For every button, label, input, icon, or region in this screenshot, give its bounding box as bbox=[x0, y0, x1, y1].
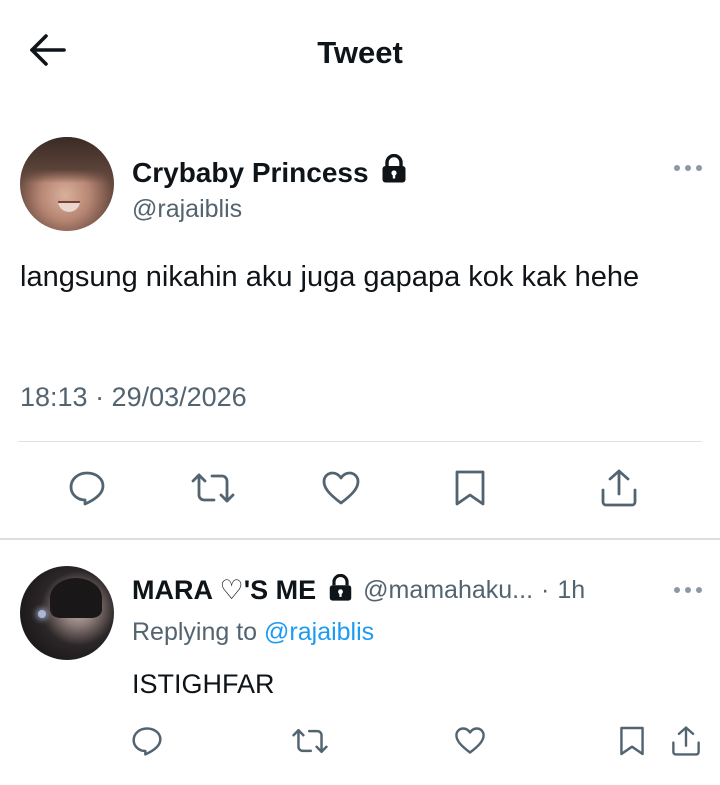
reply-author-name[interactable]: MARA ♡'S ME bbox=[132, 575, 316, 606]
lock-icon bbox=[328, 573, 353, 607]
bookmark-icon bbox=[454, 469, 486, 512]
top-bar: Tweet bbox=[0, 0, 720, 108]
reply-text: ISTIGHFAR bbox=[132, 669, 275, 699]
reply-button[interactable] bbox=[127, 723, 167, 763]
author-name-row[interactable]: Crybaby Princess bbox=[132, 153, 407, 191]
replying-to-handle-link[interactable]: @rajaiblis bbox=[264, 618, 374, 646]
reply-button[interactable] bbox=[62, 465, 112, 515]
tweet-timestamp[interactable]: 18:13 · 29/03/2026 bbox=[20, 382, 247, 413]
bookmark-button[interactable] bbox=[612, 723, 652, 763]
reply-header: MARA ♡'S ME @mamahaku... · 1h bbox=[132, 573, 585, 607]
like-icon bbox=[454, 726, 486, 760]
retweet-icon bbox=[291, 727, 329, 760]
reply-time[interactable]: 1h bbox=[557, 576, 585, 605]
share-button[interactable] bbox=[594, 465, 644, 515]
page-title: Tweet bbox=[317, 35, 403, 70]
replying-to-label: Replying to bbox=[132, 618, 258, 646]
reply-icon bbox=[68, 470, 106, 511]
like-button[interactable] bbox=[450, 723, 490, 763]
reply-tweet: MARA ♡'S ME @mamahaku... · 1h Replying t… bbox=[0, 540, 720, 785]
like-button[interactable] bbox=[316, 465, 366, 515]
main-tweet: Crybaby Princess @rajaiblis langsung nik… bbox=[0, 108, 720, 538]
like-icon bbox=[321, 470, 361, 511]
replying-to: Replying to @rajaiblis bbox=[132, 618, 374, 647]
more-horizontal-icon bbox=[673, 581, 703, 599]
retweet-button[interactable] bbox=[290, 723, 330, 763]
reply-icon bbox=[131, 726, 163, 761]
share-button[interactable] bbox=[666, 723, 706, 763]
reply-author-handle[interactable]: @mamahaku... bbox=[363, 576, 533, 605]
more-options-button[interactable] bbox=[670, 156, 706, 180]
lock-icon bbox=[381, 153, 407, 191]
bookmark-button[interactable] bbox=[445, 465, 495, 515]
more-horizontal-icon bbox=[673, 159, 703, 177]
retweet-icon bbox=[190, 471, 236, 510]
avatar[interactable] bbox=[20, 137, 114, 231]
share-icon bbox=[600, 468, 638, 513]
more-options-button[interactable] bbox=[670, 578, 706, 602]
tweet-text: langsung nikahin aku juga gapapa kok kak… bbox=[20, 261, 640, 293]
bookmark-icon bbox=[619, 725, 645, 762]
author-display-name[interactable]: Crybaby Princess bbox=[132, 157, 369, 189]
divider bbox=[18, 441, 702, 442]
share-icon bbox=[671, 725, 701, 762]
retweet-button[interactable] bbox=[188, 465, 238, 515]
author-handle[interactable]: @rajaiblis bbox=[132, 195, 242, 224]
separator-dot: · bbox=[541, 576, 550, 604]
avatar[interactable] bbox=[20, 566, 114, 660]
